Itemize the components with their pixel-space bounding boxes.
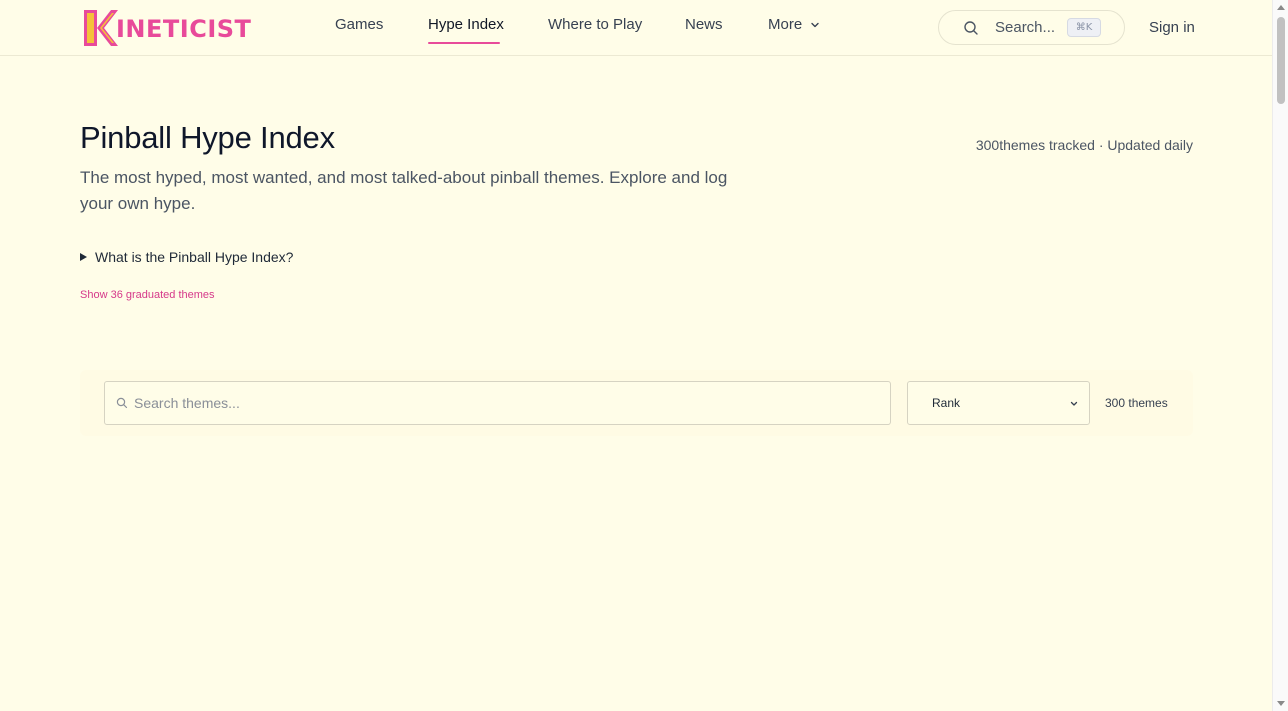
- themes-tracked-count: 300: [975, 137, 1000, 153]
- nav-where-to-play[interactable]: Where to Play: [548, 16, 642, 33]
- scrollbar-thumb[interactable]: [1277, 17, 1285, 104]
- updated-label: Updated daily: [1107, 137, 1193, 153]
- meta-separator: ·: [1098, 137, 1104, 153]
- site-search-button[interactable]: Search... ⌘K: [938, 10, 1125, 45]
- chevron-down-icon: [1070, 401, 1078, 406]
- search-icon: [964, 20, 978, 35]
- nav-hype-index[interactable]: Hype Index: [428, 16, 504, 33]
- sort-select-value: Rank: [932, 396, 961, 410]
- theme-search-input[interactable]: Search themes...: [104, 381, 891, 425]
- site-search-placeholder: Search...: [995, 19, 1056, 36]
- scroll-up-arrow-icon[interactable]: [1277, 5, 1285, 10]
- theme-search-placeholder: Search themes...: [134, 395, 240, 411]
- nav-games[interactable]: Games: [335, 16, 383, 33]
- logo[interactable]: INETICIST: [84, 10, 251, 46]
- sign-in-link[interactable]: Sign in: [1149, 19, 1195, 36]
- show-graduated-themes-link[interactable]: Show 36 graduated themes: [80, 289, 215, 301]
- page-scrollbar[interactable]: [1272, 0, 1288, 711]
- scroll-down-arrow-icon[interactable]: [1277, 701, 1285, 706]
- active-nav-indicator: [428, 42, 500, 44]
- logo-text: INETICIST: [116, 15, 252, 43]
- page-subtitle: The most hyped, most wanted, and most ta…: [80, 168, 728, 213]
- themes-tracked-label: themes tracked: [999, 137, 1095, 153]
- page-meta: 300themes tracked · Updated daily: [976, 137, 1193, 153]
- themes-count: 300 themes: [1105, 396, 1168, 410]
- nav-more[interactable]: More: [768, 16, 820, 33]
- search-icon: [116, 397, 128, 409]
- nav-more-label: More: [768, 16, 803, 33]
- logo-k-mark: [84, 10, 118, 46]
- keyboard-shortcut-badge: ⌘K: [1067, 18, 1101, 37]
- hype-index-explainer-toggle[interactable]: What is the Pinball Hype Index?: [80, 249, 293, 265]
- sort-select[interactable]: Rank: [907, 381, 1090, 425]
- explainer-summary: What is the Pinball Hype Index?: [95, 249, 294, 265]
- nav-news[interactable]: News: [685, 16, 723, 33]
- page-title: Pinball Hype Index: [80, 120, 335, 155]
- chevron-down-icon: [811, 22, 820, 28]
- disclosure-triangle-icon: [80, 253, 87, 261]
- theme-filter-bar: Search themes... Rank 300 themes: [80, 370, 1193, 436]
- site-header: INETICIST Games Hype Index Where to Play…: [0, 0, 1272, 56]
